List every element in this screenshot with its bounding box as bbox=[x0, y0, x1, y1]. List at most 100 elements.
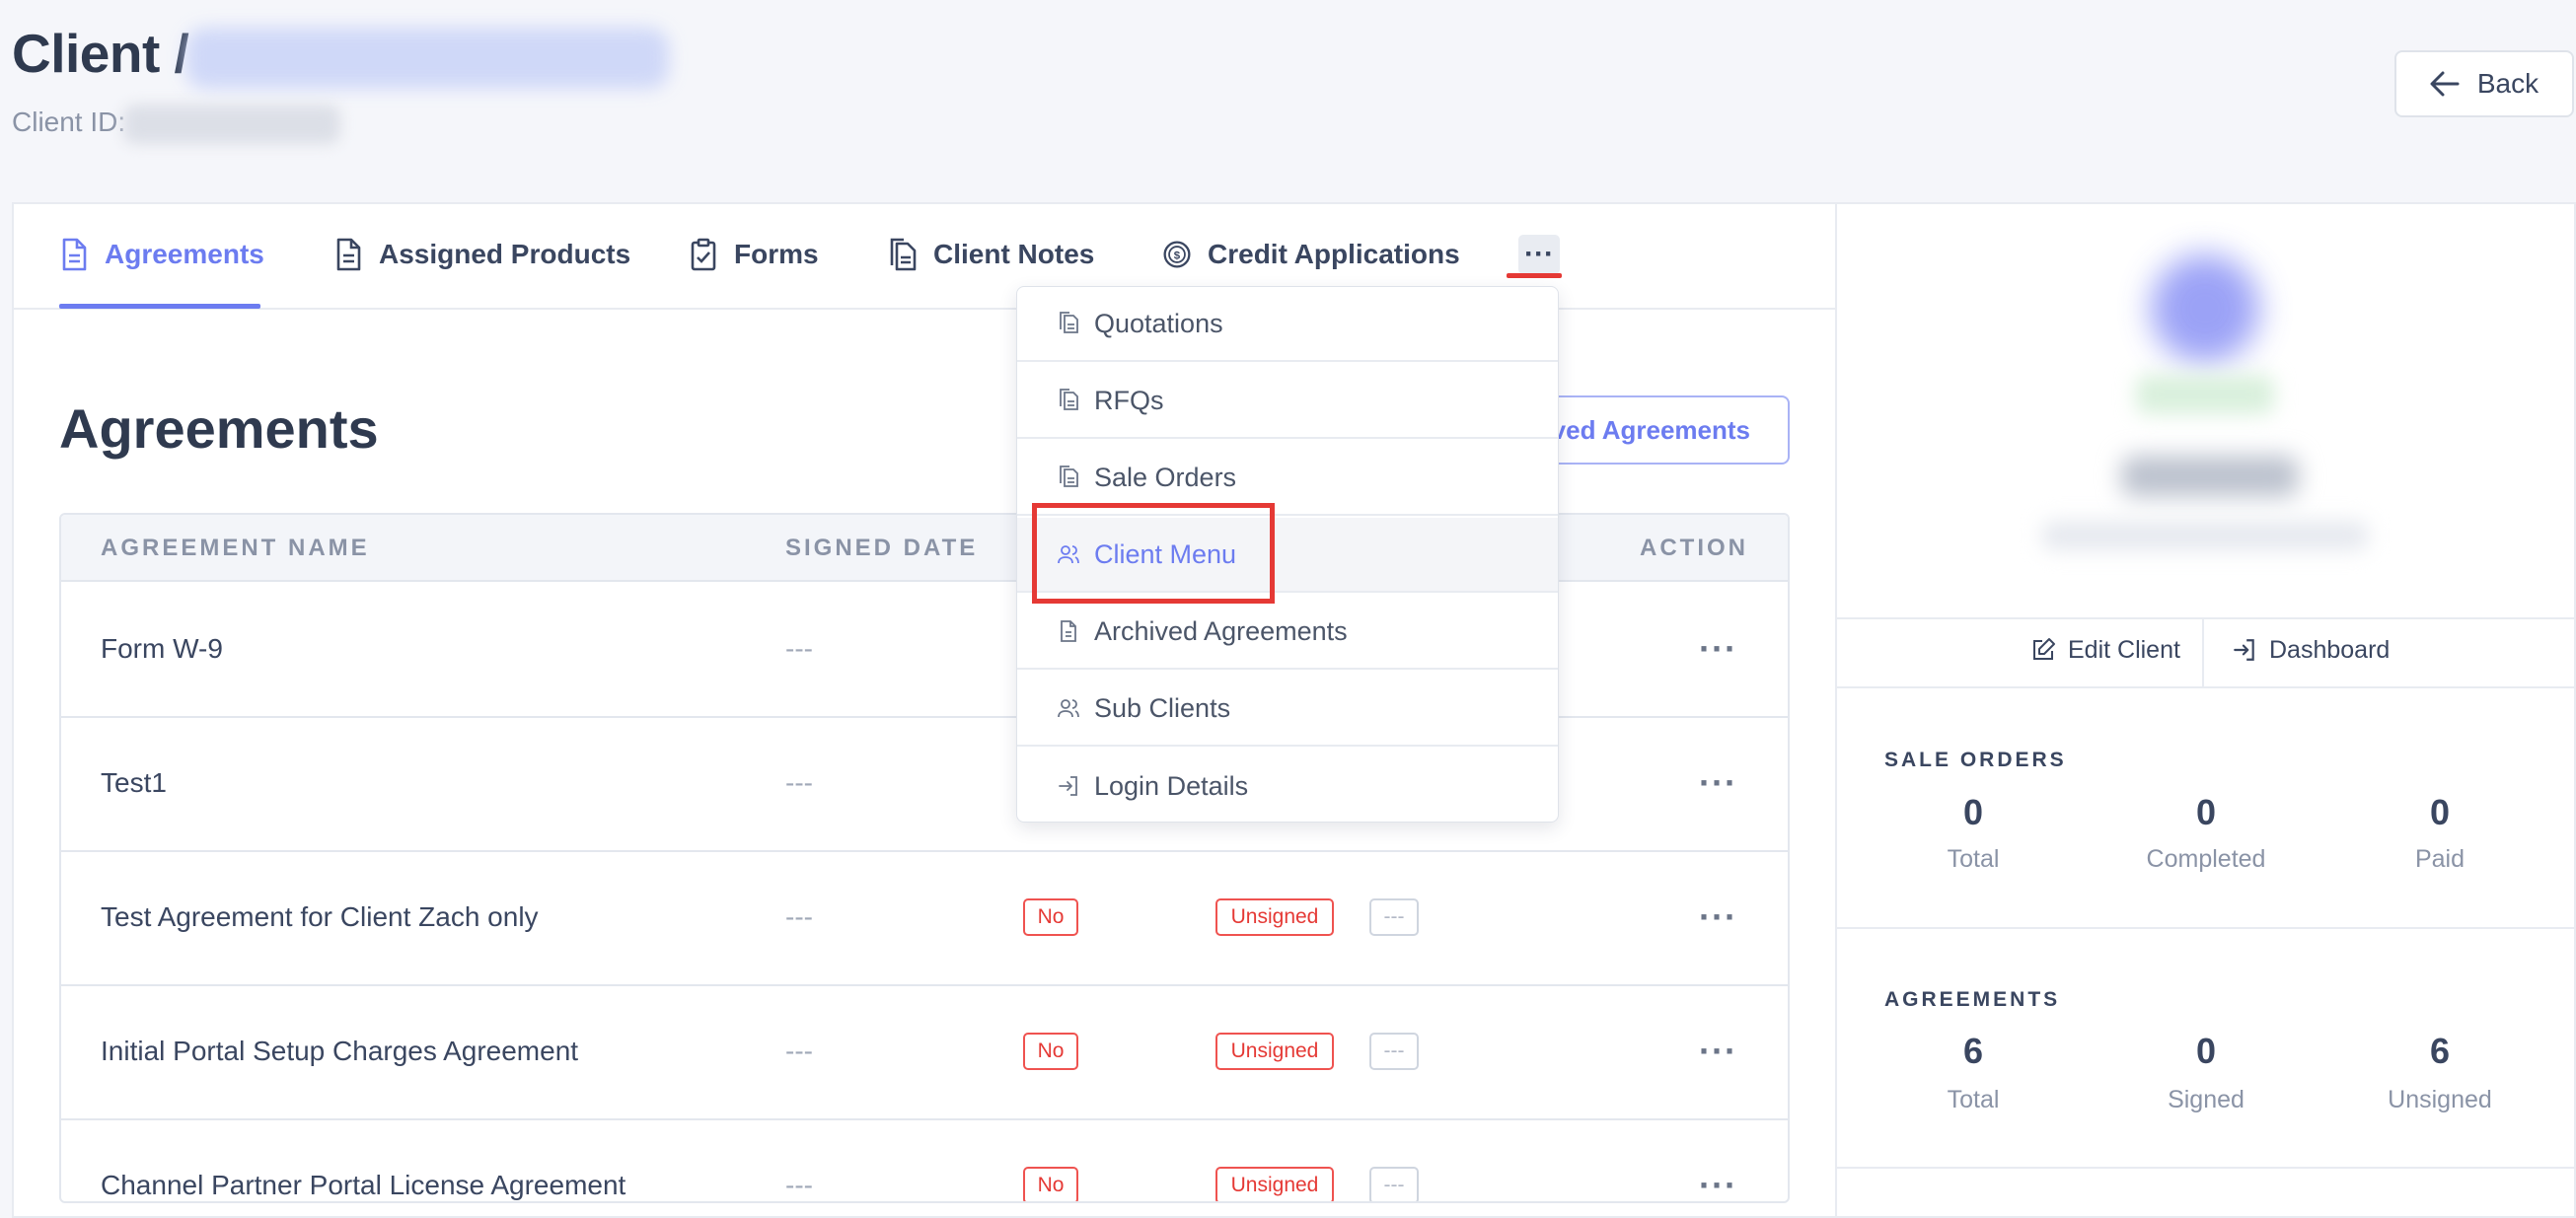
signed-date: --- bbox=[785, 633, 813, 664]
row-action-menu[interactable]: ··· bbox=[1699, 1168, 1737, 1202]
dashboard-label: Dashboard bbox=[2269, 635, 2391, 664]
tab-label: Agreements bbox=[105, 239, 264, 269]
menu-item-label: Sub Clients bbox=[1094, 692, 1231, 723]
agreement-name: Form W-9 bbox=[101, 633, 223, 664]
menu-item-label: Archived Agreements bbox=[1094, 615, 1348, 646]
required-badge: No bbox=[1023, 898, 1078, 936]
client-name-redacted bbox=[185, 28, 669, 89]
menu-item-archived-agreements[interactable]: Archived Agreements bbox=[1017, 595, 1558, 670]
agreement-name: Initial Portal Setup Charges Agreement bbox=[101, 1036, 579, 1066]
table-row: Test Agreement for Client Zach only --- … bbox=[61, 850, 1788, 986]
menu-item-sub-clients[interactable]: Sub Clients bbox=[1017, 672, 1558, 747]
agreements-signed-label: Signed bbox=[2168, 1086, 2245, 1113]
login-icon bbox=[2234, 639, 2254, 661]
row-action-menu[interactable]: ··· bbox=[1699, 1034, 1737, 1069]
documents-icon bbox=[890, 238, 917, 271]
divider bbox=[2202, 619, 2204, 688]
client-id-label: Client ID: bbox=[12, 107, 126, 137]
divider bbox=[1835, 686, 2576, 688]
document-icon bbox=[336, 238, 361, 271]
table-row: Initial Portal Setup Charges Agreement -… bbox=[61, 984, 1788, 1120]
agreement-name: Test Agreement for Client Zach only bbox=[101, 901, 539, 932]
sale-orders-completed-label: Completed bbox=[2146, 845, 2266, 873]
status-redacted bbox=[2136, 375, 2274, 414]
required-badge: No bbox=[1023, 1167, 1078, 1201]
menu-item-label: Quotations bbox=[1094, 308, 1223, 338]
sale-orders-paid-value: 0 bbox=[2429, 792, 2451, 832]
copy-document-icon bbox=[1060, 466, 1078, 487]
tab-agreements[interactable]: Agreements bbox=[59, 235, 264, 274]
sale-orders-total-value: 0 bbox=[1962, 792, 1984, 832]
agreements-unsigned-value: 6 bbox=[2429, 1031, 2451, 1071]
agreements-signed-value: 0 bbox=[2195, 1031, 2217, 1071]
tab-label: Credit Applications bbox=[1208, 239, 1460, 269]
client-email-redacted bbox=[2042, 521, 2368, 550]
edit-client-label: Edit Client bbox=[2068, 635, 2180, 664]
tab-client-notes[interactable]: Client Notes bbox=[888, 235, 1094, 274]
tab-label: Client Notes bbox=[933, 239, 1095, 269]
avatar bbox=[2151, 254, 2259, 363]
page-title: Client / bbox=[12, 23, 189, 84]
divider bbox=[1835, 1167, 2576, 1169]
column-header-agreement-name: AGREEMENT NAME bbox=[101, 535, 370, 561]
clipboard-check-icon bbox=[691, 238, 716, 271]
copy-document-icon bbox=[1060, 389, 1078, 410]
signed-date: --- bbox=[785, 1036, 813, 1066]
column-header-action: ACTION bbox=[1640, 535, 1748, 561]
copy-document-icon bbox=[1060, 312, 1078, 333]
menu-item-label: Sale Orders bbox=[1094, 462, 1237, 492]
table-row: Channel Partner Portal License Agreement… bbox=[61, 1118, 1788, 1202]
client-id-redacted bbox=[123, 105, 340, 144]
agreement-name: Test1 bbox=[101, 767, 167, 798]
more-tabs-button[interactable]: ··· bbox=[1518, 235, 1560, 274]
edit-icon bbox=[2033, 638, 2055, 660]
document-icon bbox=[1061, 620, 1076, 642]
menu-item-label: Login Details bbox=[1094, 770, 1249, 801]
row-action-menu[interactable]: ··· bbox=[1699, 631, 1737, 667]
client-name-redacted bbox=[2121, 456, 2299, 497]
document-icon bbox=[62, 238, 87, 271]
signed-date: --- bbox=[785, 1170, 813, 1200]
row-action-menu[interactable]: ··· bbox=[1699, 899, 1737, 935]
sale-orders-completed-value: 0 bbox=[2195, 792, 2217, 832]
agreements-total-label: Total bbox=[1947, 1086, 2000, 1113]
status-badge: Unsigned bbox=[1215, 898, 1334, 936]
status-badge: Unsigned bbox=[1215, 1033, 1334, 1070]
tab-label: Assigned Products bbox=[379, 239, 631, 269]
menu-item-rfqs[interactable]: RFQs bbox=[1017, 364, 1558, 439]
active-tab-indicator bbox=[59, 304, 260, 309]
users-icon bbox=[1058, 699, 1079, 718]
more-tabs-highlight bbox=[1507, 273, 1562, 278]
menu-item-quotations[interactable]: Quotations bbox=[1017, 287, 1558, 362]
dollar-coin-icon: $ bbox=[1163, 241, 1191, 268]
extra-badge: --- bbox=[1369, 898, 1419, 936]
edit-client-button[interactable]: Edit Client bbox=[2030, 632, 2180, 668]
row-action-menu[interactable]: ··· bbox=[1699, 765, 1737, 801]
tabs-divider bbox=[12, 308, 1835, 310]
tab-label: Forms bbox=[734, 239, 819, 269]
agreements-unsigned-label: Unsigned bbox=[2388, 1086, 2492, 1113]
svg-text:$: $ bbox=[1174, 250, 1181, 261]
signed-date: --- bbox=[785, 767, 813, 798]
tab-credit-applications[interactable]: $ Credit Applications bbox=[1162, 235, 1460, 274]
highlight-box bbox=[1032, 503, 1275, 604]
agreements-stats-title: AGREEMENTS bbox=[1884, 988, 2061, 1011]
extra-badge: --- bbox=[1369, 1167, 1419, 1201]
divider bbox=[1835, 927, 2576, 929]
menu-item-label: RFQs bbox=[1094, 385, 1164, 415]
tab-assigned-products[interactable]: Assigned Products bbox=[333, 235, 630, 274]
section-title: Agreements bbox=[59, 397, 379, 460]
arrow-left-icon bbox=[2430, 71, 2460, 97]
agreements-total-value: 6 bbox=[1962, 1031, 1984, 1071]
extra-badge: --- bbox=[1369, 1033, 1419, 1070]
menu-item-login-details[interactable]: Login Details bbox=[1017, 749, 1558, 822]
login-icon bbox=[1059, 776, 1077, 796]
column-header-signed-date: SIGNED DATE bbox=[785, 535, 979, 561]
tab-forms[interactable]: Forms bbox=[689, 235, 819, 274]
status-badge: Unsigned bbox=[1215, 1167, 1334, 1201]
dashboard-button[interactable]: Dashboard bbox=[2232, 632, 2390, 668]
sale-orders-paid-label: Paid bbox=[2414, 845, 2466, 873]
sale-orders-total-label: Total bbox=[1947, 845, 2000, 873]
back-button[interactable]: Back bbox=[2394, 50, 2574, 117]
back-button-label: Back bbox=[2476, 68, 2539, 99]
